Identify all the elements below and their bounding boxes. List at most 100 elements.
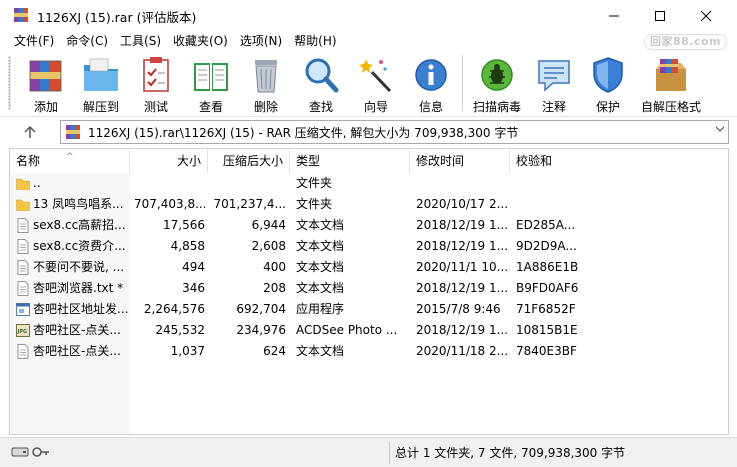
find-button[interactable]: 查找 bbox=[301, 51, 341, 115]
file-modified: 2015/7/8 9:46 bbox=[416, 302, 501, 316]
toolbar: 添加 解压到 测试 查看 删除 查找 向导 信息 扫描病毒 注释 保护 自解压格… bbox=[0, 51, 737, 117]
file-name: sex8.cc资费介... bbox=[33, 239, 126, 253]
column-header-size[interactable]: 大小 bbox=[130, 149, 208, 173]
file-type: 文本文档 bbox=[296, 344, 345, 358]
file-name: 杏吧浏览器.txt * bbox=[33, 281, 124, 295]
file-packed-size: 692,704 bbox=[236, 302, 286, 316]
winrar-app-icon[interactable] bbox=[13, 7, 29, 23]
sfx-button[interactable]: 自解压格式 bbox=[640, 51, 702, 115]
file-modified: 2018/12/19 1... bbox=[416, 281, 508, 295]
file-name: 13 凤鸣鸟唱系... bbox=[33, 197, 124, 211]
test-icon bbox=[143, 57, 169, 92]
column-header-modified[interactable]: 修改时间 bbox=[410, 149, 510, 173]
file-type: 文本文档 bbox=[296, 281, 345, 295]
file-packed-size: 6,944 bbox=[251, 218, 286, 232]
file-size: 494 bbox=[182, 260, 205, 274]
file-list[interactable]: 名称 ^ 大小 压缩后大小 类型 修改时间 校验和 .. 文件夹 13 凤鸣鸟唱系.… bbox=[9, 148, 729, 435]
file-name-cell: sex8.cc资费介... bbox=[16, 236, 132, 257]
extract-to-label: 解压到 bbox=[82, 100, 119, 114]
file-modified: 2018/12/19 1... bbox=[416, 218, 508, 232]
file-type: 应用程序 bbox=[296, 302, 345, 316]
file-modified: 2020/11/18 2... bbox=[416, 344, 508, 358]
file-name-cell: .. bbox=[16, 173, 132, 194]
virus-scan-icon bbox=[481, 59, 513, 91]
file-crc bbox=[516, 173, 586, 194]
column-header-crc-label: 校验和 bbox=[516, 154, 553, 168]
wizard-label: 向导 bbox=[363, 100, 388, 114]
file-packed-size: 2,608 bbox=[251, 239, 286, 253]
file-modified bbox=[416, 173, 508, 194]
chevron-down-icon[interactable] bbox=[715, 124, 725, 137]
protect-button[interactable]: 保护 bbox=[588, 51, 628, 115]
delete-button[interactable]: 删除 bbox=[246, 51, 286, 115]
column-header-packed[interactable]: 压缩后大小 bbox=[208, 149, 290, 173]
file-packed-size: 208 bbox=[263, 281, 286, 295]
test-button[interactable]: 测试 bbox=[136, 51, 176, 115]
column-header-crc[interactable]: 校验和 bbox=[510, 149, 580, 173]
file-size: 2,264,576 bbox=[143, 302, 205, 316]
status-summary: 总计 1 文件夹, 7 文件, 709,938,300 字节 bbox=[395, 446, 626, 460]
minimize-button[interactable] bbox=[591, 0, 637, 31]
path-text: 1126XJ (15).rar\1126XJ (15) - RAR 压缩文件, … bbox=[88, 126, 519, 140]
file-modified: 2018/12/19 1... bbox=[416, 239, 508, 253]
folder-icon bbox=[16, 197, 30, 212]
sfx-label: 自解压格式 bbox=[640, 100, 701, 114]
virus-scan-button[interactable]: 扫描病毒 bbox=[471, 51, 523, 115]
toolbar-separator bbox=[462, 55, 463, 111]
file-name-cell: 杏吧社区地址发... bbox=[16, 299, 132, 320]
file-crc: 1A886E1B bbox=[516, 260, 579, 274]
column-header-type-label: 类型 bbox=[296, 154, 321, 168]
delete-label: 删除 bbox=[253, 100, 278, 114]
column-header-size-label: 大小 bbox=[176, 154, 201, 168]
column-header-name[interactable]: 名称 ^ bbox=[10, 149, 130, 173]
toolbar-grip[interactable] bbox=[8, 56, 11, 110]
info-button[interactable]: 信息 bbox=[411, 51, 451, 115]
extract-to-button[interactable]: 解压到 bbox=[78, 51, 124, 115]
file-row[interactable]: 不要问不要说, ... 494 400 文本文档 2020/11/1 10... 1A88… bbox=[10, 257, 728, 278]
path-field[interactable]: 1126XJ (15).rar\1126XJ (15) - RAR 压缩文件, … bbox=[60, 120, 729, 144]
add-button[interactable]: 添加 bbox=[26, 51, 66, 115]
text-file-icon bbox=[16, 260, 30, 275]
text-file-icon bbox=[16, 344, 30, 359]
column-header-type[interactable]: 类型 bbox=[290, 149, 410, 173]
file-name: 杏吧社区-点关... bbox=[33, 344, 121, 358]
file-name: 不要问不要说, ... bbox=[33, 260, 125, 274]
file-row[interactable]: JPG 杏吧社区-点关... 245,532 234,976 ACDSee Photo … bbox=[10, 320, 728, 341]
view-button[interactable]: 查看 bbox=[190, 51, 232, 115]
file-name: 杏吧社区地址发... bbox=[33, 302, 129, 316]
title-bar: 1126XJ (15).rar (评估版本) bbox=[0, 0, 737, 31]
file-type: 文本文档 bbox=[296, 260, 345, 274]
status-separator bbox=[389, 442, 390, 464]
up-one-level-button[interactable] bbox=[18, 122, 42, 142]
column-header-name-label: 名称 bbox=[16, 154, 41, 168]
column-header-modified-label: 修改时间 bbox=[416, 154, 465, 168]
file-type: 文本文档 bbox=[296, 218, 345, 232]
file-row[interactable]: 13 凤鸣鸟唱系... 707,403,8... 701,237,4... 文件夹 20… bbox=[10, 194, 728, 215]
rar-archive-icon bbox=[66, 125, 80, 139]
file-size bbox=[134, 173, 205, 194]
file-size: 346 bbox=[182, 281, 205, 295]
file-crc: B9FD0AF6 bbox=[516, 281, 579, 295]
menu-options[interactable]: 选项(N) bbox=[234, 31, 288, 51]
file-packed-size: 400 bbox=[263, 260, 286, 274]
file-packed-size: 234,976 bbox=[236, 323, 286, 337]
close-button[interactable] bbox=[683, 0, 729, 31]
file-packed-size: 701,237,4... bbox=[213, 197, 286, 211]
file-row[interactable]: sex8.cc高薪招... 17,566 6,944 文本文档 2018/12/19 1… bbox=[10, 215, 728, 236]
maximize-button[interactable] bbox=[637, 0, 683, 31]
file-row[interactable]: 杏吧社区-点关... 1,037 624 文本文档 2020/11/18 2... 784… bbox=[10, 341, 728, 362]
menu-commands[interactable]: 命令(C) bbox=[60, 31, 114, 51]
menu-help[interactable]: 帮助(H) bbox=[288, 31, 342, 51]
menu-file[interactable]: 文件(F) bbox=[8, 31, 60, 51]
menu-tools[interactable]: 工具(S) bbox=[114, 31, 167, 51]
menu-favorites[interactable]: 收藏夹(O) bbox=[167, 31, 234, 51]
comment-button[interactable]: 注释 bbox=[534, 51, 574, 115]
find-label: 查找 bbox=[308, 100, 333, 114]
file-row[interactable]: 杏吧社区地址发... 2,264,576 692,704 应用程序 2015/7/8 9… bbox=[10, 299, 728, 320]
file-crc bbox=[516, 194, 586, 215]
file-row[interactable]: .. 文件夹 bbox=[10, 173, 728, 194]
file-row[interactable]: sex8.cc资费介... 4,858 2,608 文本文档 2018/12/19 1.… bbox=[10, 236, 728, 257]
wizard-button[interactable]: 向导 bbox=[356, 51, 396, 115]
arrow-up-icon bbox=[24, 125, 36, 138]
file-row[interactable]: 杏吧浏览器.txt * 346 208 文本文档 2018/12/19 1... B9FD… bbox=[10, 278, 728, 299]
